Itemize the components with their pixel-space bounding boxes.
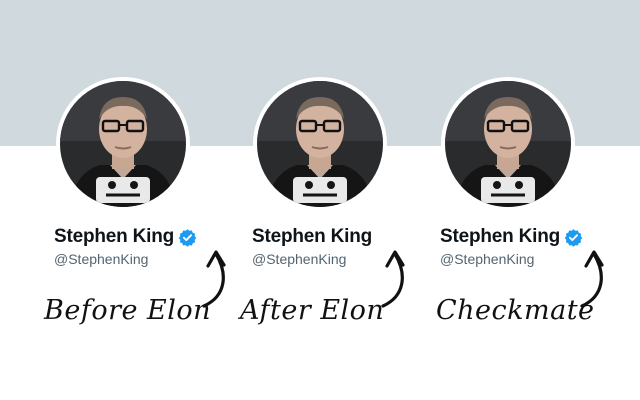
username-handle[interactable]: @StephenKing [440,251,534,267]
display-name[interactable]: Stephen King [252,226,372,248]
username-handle[interactable]: @StephenKing [252,251,346,267]
avatar[interactable] [441,77,575,211]
profile-photo [445,81,571,207]
profile-photo [257,81,383,207]
caption-label: Checkmate [436,295,595,326]
name-row: Stephen King [252,226,372,248]
verified-badge-icon[interactable] [564,228,583,247]
avatar[interactable] [253,77,387,211]
profile-card: Stephen King @StephenKing Checkmate [0,0,200,400]
display-name[interactable]: Stephen King [440,226,560,248]
name-row: Stephen King [440,226,583,248]
caption-label: After Elon [240,295,385,326]
